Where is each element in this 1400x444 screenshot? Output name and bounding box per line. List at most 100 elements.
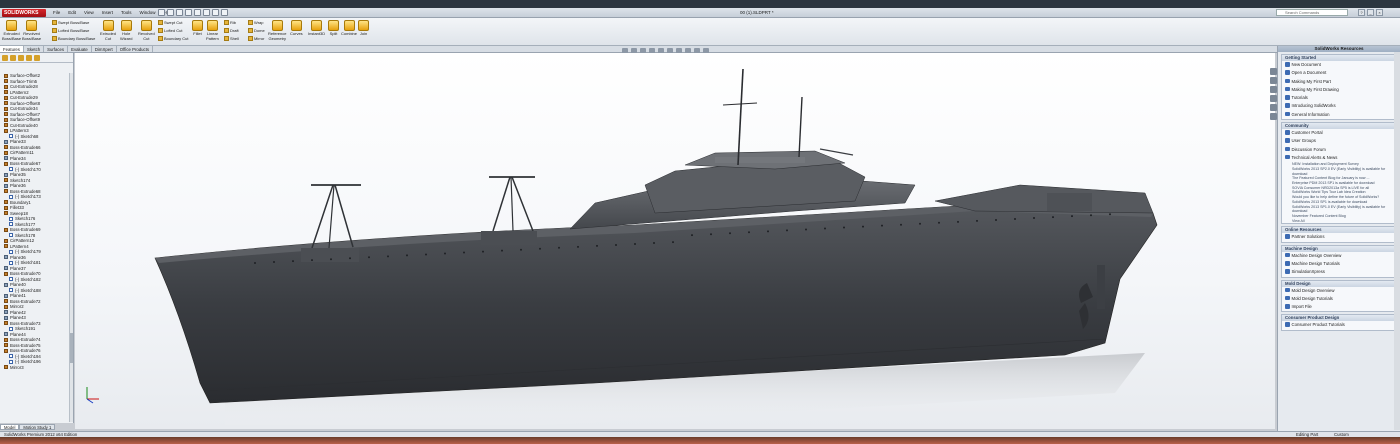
menu-file[interactable]: File — [50, 10, 63, 16]
porthole — [805, 228, 807, 231]
property-manager-icon[interactable] — [10, 55, 16, 61]
link-general-information[interactable]: General Information — [1282, 111, 1396, 119]
tab-motion-study-1[interactable]: Motion Study 1 — [19, 424, 56, 430]
link-making-my-first-drawing[interactable]: Making My First Drawing — [1282, 86, 1396, 94]
ribbon-rib-button[interactable]: Rib — [224, 20, 236, 26]
print-icon[interactable] — [185, 9, 192, 16]
custom-properties-icon[interactable] — [1270, 113, 1277, 120]
feature-manager-icon[interactable] — [2, 55, 8, 61]
ribbon-lofted-cut-button[interactable]: Lofted Cut — [158, 28, 182, 34]
news-item[interactable]: SolidWorks 2013 SP2.0 EV (Early Visibili… — [1282, 167, 1396, 176]
dimxpert-manager-icon[interactable] — [26, 55, 32, 61]
ribbon-reference-geometry-button[interactable]: Reference Geometry — [268, 20, 286, 41]
file-explorer-icon[interactable] — [1270, 86, 1277, 93]
link-machine-design-tutorials[interactable]: Machine Design Tutorials — [1282, 260, 1396, 268]
appearances-icon[interactable] — [1270, 104, 1277, 111]
tree-item-label: Boss-Extrude68 — [10, 188, 41, 194]
link-technical-alerts-news[interactable]: Technical Alerts & News — [1282, 154, 1396, 162]
solidworks-logo[interactable]: SOLIDWORKS — [2, 9, 46, 17]
ribbon-mirror-button[interactable]: Mirror — [248, 36, 264, 42]
solidworks-resources-icon[interactable] — [1270, 68, 1277, 75]
save-icon[interactable] — [176, 9, 183, 16]
open-icon[interactable] — [167, 9, 174, 16]
help-icon[interactable]: ? — [1358, 9, 1365, 16]
ribbon-join-button[interactable]: Join — [358, 20, 369, 37]
menu-edit[interactable]: Edit — [65, 10, 79, 16]
display-manager-icon[interactable] — [34, 55, 40, 61]
ribbon-fillet-button[interactable]: Fillet — [192, 20, 203, 37]
ribbon-lofted-boss-base-button[interactable]: Lofted Boss/Base — [52, 28, 89, 34]
ribbon-swept-boss-base-button[interactable]: Swept Boss/Base — [52, 20, 89, 26]
scrollbar-thumb[interactable] — [70, 333, 73, 363]
news-item[interactable]: SolidWorks 2013 SP1.0 EV (Early Visibili… — [1282, 205, 1396, 214]
graphics-area[interactable] — [75, 53, 1275, 429]
link-tutorials[interactable]: Tutorials — [1282, 94, 1396, 102]
configuration-manager-icon[interactable] — [18, 55, 24, 61]
tab-dimxpert[interactable]: DimXpert — [92, 46, 117, 52]
ribbon-instant3d-button[interactable]: Instant3D — [308, 20, 325, 37]
link-mold-design-overview[interactable]: Mold Design Overview — [1282, 287, 1396, 295]
link-label: User Groups — [1291, 138, 1316, 144]
feature-tree-scrollbar[interactable] — [69, 73, 73, 422]
ribbon-extruded-cut-button[interactable]: Extruded Cut — [100, 20, 116, 41]
select-icon[interactable] — [203, 9, 210, 16]
tab-model[interactable]: Model — [0, 424, 20, 430]
link-making-my-first-part[interactable]: Making My First Part — [1282, 78, 1396, 86]
ribbon-label: Revolved Boss/Base — [22, 31, 42, 41]
menu-view[interactable]: View — [81, 10, 97, 16]
ribbon-boundary-boss-base-button[interactable]: Boundary Boss/Base — [52, 36, 95, 42]
link-customer-portal[interactable]: Customer Portal — [1282, 129, 1396, 137]
link-open-a-document[interactable]: Open a Document — [1282, 69, 1396, 77]
view-palette-icon[interactable] — [1270, 95, 1277, 102]
ribbon-revolved-cut-button[interactable]: Revolved Cut — [138, 20, 155, 41]
view-all-link[interactable]: View All — [1282, 219, 1396, 224]
ribbon-linear-pattern-button[interactable]: Linear Pattern — [206, 20, 219, 41]
ribbon-label: Extruded Boss/Base — [2, 31, 22, 41]
feature-icon — [4, 90, 8, 94]
ribbon-dome-button[interactable]: Dome — [248, 28, 265, 34]
ribbon-wrap-button[interactable]: Wrap — [248, 20, 263, 26]
task-pane-scrollbar[interactable] — [1394, 52, 1400, 430]
menu-window[interactable]: Window — [137, 10, 159, 16]
tab-office-products[interactable]: Office Products — [117, 46, 154, 52]
ship-model[interactable] — [75, 53, 1275, 429]
ribbon-shell-button[interactable]: Shell — [224, 36, 239, 42]
design-library-icon[interactable] — [1270, 77, 1277, 84]
ribbon-curves-button[interactable]: Curves — [290, 20, 303, 37]
link-discussion-forum[interactable]: Discussion Forum — [1282, 146, 1396, 154]
ribbon-revolved-boss-base-button[interactable]: Revolved Boss/Base — [22, 20, 41, 41]
ribbon-extruded-boss-base-button[interactable]: Extruded Boss/Base — [2, 20, 21, 41]
ribbon-swept-cut-button[interactable]: Swept Cut — [158, 20, 182, 26]
close-icon[interactable]: × — [1376, 9, 1383, 16]
tree-item[interactable]: Mirror3 — [0, 365, 68, 371]
ribbon-boundary-cut-button[interactable]: Boundary Cut — [158, 36, 188, 42]
link-consumer-product-tutorials[interactable]: Consumer Product Tutorials — [1282, 321, 1396, 329]
link-new-document[interactable]: New Document — [1282, 61, 1396, 69]
minimize-icon[interactable]: _ — [1367, 9, 1374, 16]
undo-icon[interactable] — [194, 9, 201, 16]
tab-features[interactable]: Features — [0, 46, 24, 52]
tab-sketch[interactable]: Sketch — [24, 46, 45, 52]
porthole — [786, 229, 788, 232]
tab-evaluate[interactable]: Evaluate — [68, 46, 92, 52]
ribbon-draft-button[interactable]: Draft — [224, 28, 239, 34]
menu-insert[interactable]: Insert — [99, 10, 116, 16]
link-import-file[interactable]: Import File — [1282, 303, 1396, 311]
options-icon[interactable] — [221, 9, 228, 16]
link-user-groups[interactable]: User Groups — [1282, 137, 1396, 145]
menu-tools[interactable]: Tools — [118, 10, 135, 16]
sketch-icon — [9, 249, 13, 254]
tab-surfaces[interactable]: Surfaces — [44, 46, 69, 52]
link-partner-solutions[interactable]: Partner Solutions — [1282, 233, 1396, 241]
link-simulationxpress[interactable]: SimulationXpress — [1282, 268, 1396, 276]
link-machine-design-overview[interactable]: Machine Design Overview — [1282, 252, 1396, 260]
search-commands-input[interactable]: Search Commands — [1276, 9, 1348, 16]
rebuild-icon[interactable] — [212, 9, 219, 16]
ribbon-split-button[interactable]: Split — [328, 20, 339, 37]
new-icon[interactable] — [158, 9, 165, 16]
tree-item-label: (-) Sketch173 — [15, 194, 41, 199]
ribbon-combine-button[interactable]: Combine — [341, 20, 357, 37]
link-introducing-solidworks[interactable]: Introducing SolidWorks — [1282, 102, 1396, 110]
link-mold-design-tutorials[interactable]: Mold Design Tutorials — [1282, 295, 1396, 303]
ribbon-hole-wizard-button[interactable]: Hole Wizard — [120, 20, 132, 41]
